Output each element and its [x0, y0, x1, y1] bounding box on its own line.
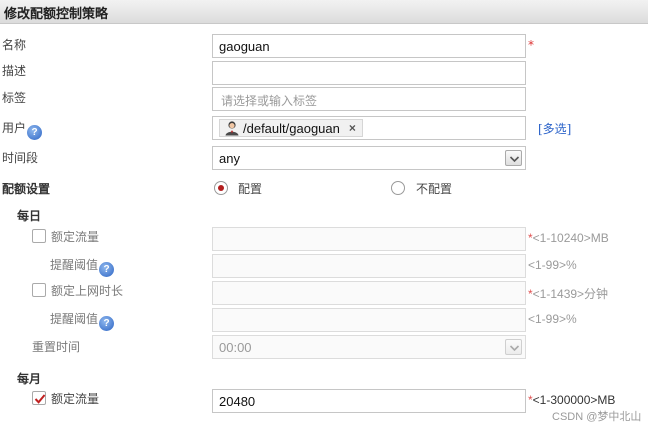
daily-online-time-input[interactable] [212, 281, 526, 305]
quota-configure-option-label: 配置 [238, 182, 263, 196]
user-chip: /default/gaoguan × [219, 119, 363, 137]
description-field[interactable] [212, 61, 526, 85]
name-value: gaoguan [219, 39, 270, 54]
daily-section-label: 每日 [17, 209, 42, 223]
daily-time-threshold-hint: <1-99>% [528, 312, 577, 326]
daily-online-time-checkbox[interactable] [32, 283, 46, 297]
monthly-traffic-value: 20480 [219, 394, 256, 409]
monthly-traffic-input[interactable]: 20480 [212, 389, 526, 413]
dialog-titlebar: 修改配额控制策略 [0, 0, 648, 24]
tags-placeholder: 请选择或输入标签 [221, 94, 318, 108]
reset-time-value: 00:00 [219, 340, 252, 355]
description-label: 描述 [2, 64, 27, 78]
quota-no-configure-option-label: 不配置 [416, 182, 453, 196]
daily-traffic-threshold-label: 提醒阈值 [50, 258, 99, 272]
reset-time-dropdown-button[interactable] [505, 339, 522, 355]
daily-time-threshold-input[interactable] [212, 308, 526, 332]
daily-traffic-threshold-hint: <1-99>% [528, 258, 577, 272]
monthly-traffic-hint: *<1-300000>MB [528, 393, 616, 407]
tags-field[interactable]: 请选择或输入标签 [212, 87, 526, 111]
daily-traffic-threshold-label-row: 提醒阈值? [50, 256, 115, 277]
dialog-title: 修改配额控制策略 [4, 7, 109, 22]
users-field[interactable]: /default/gaoguan × [212, 116, 526, 140]
time-period-label: 时间段 [2, 151, 39, 165]
daily-traffic-threshold-help-icon[interactable]: ? [99, 262, 115, 277]
daily-time-threshold-help-icon[interactable]: ? [99, 316, 115, 331]
checkmark-icon [34, 394, 46, 404]
monthly-traffic-label: 额定流量 [51, 392, 100, 406]
chevron-down-icon [509, 345, 520, 352]
daily-traffic-label: 额定流量 [51, 230, 100, 244]
watermark: CSDN @梦中北山 [552, 411, 642, 423]
daily-traffic-checkbox[interactable] [32, 229, 46, 243]
time-period-value: any [219, 151, 240, 166]
time-period-select[interactable]: any [212, 146, 526, 170]
daily-time-threshold-label-row: 提醒阈值? [50, 310, 115, 331]
daily-online-time-label: 额定上网时长 [51, 284, 124, 298]
multi-select-link[interactable]: [多选] [538, 120, 571, 137]
reset-time-select[interactable]: 00:00 [212, 335, 526, 359]
quota-configure-radio[interactable] [214, 181, 228, 195]
daily-traffic-threshold-input[interactable] [212, 254, 526, 278]
reset-time-label: 重置时间 [32, 340, 81, 354]
daily-traffic-hint: *<1-10240>MB [528, 231, 609, 245]
users-help-icon[interactable]: ? [27, 125, 43, 140]
daily-online-time-hint: *<1-1439>分钟 [528, 287, 609, 301]
users-label-row: 用户? [2, 119, 43, 140]
name-required-mark: * [528, 38, 534, 52]
tags-label: 标签 [2, 91, 27, 105]
name-label: 名称 [2, 38, 27, 52]
users-label: 用户 [2, 121, 27, 135]
quota-no-configure-radio[interactable] [391, 181, 405, 195]
time-period-dropdown-button[interactable] [505, 150, 522, 166]
daily-traffic-input[interactable] [212, 227, 526, 251]
chevron-down-icon [509, 156, 520, 163]
user-chip-label: /default/gaoguan [243, 120, 340, 136]
user-chip-remove-icon[interactable]: × [349, 121, 356, 135]
daily-time-threshold-label: 提醒阈值 [50, 312, 99, 326]
name-field[interactable]: gaoguan [212, 34, 526, 58]
quota-setting-label: 配额设置 [2, 182, 51, 196]
monthly-section-label: 每月 [17, 372, 42, 386]
user-avatar-icon [225, 121, 239, 136]
monthly-traffic-checkbox[interactable] [32, 391, 46, 405]
